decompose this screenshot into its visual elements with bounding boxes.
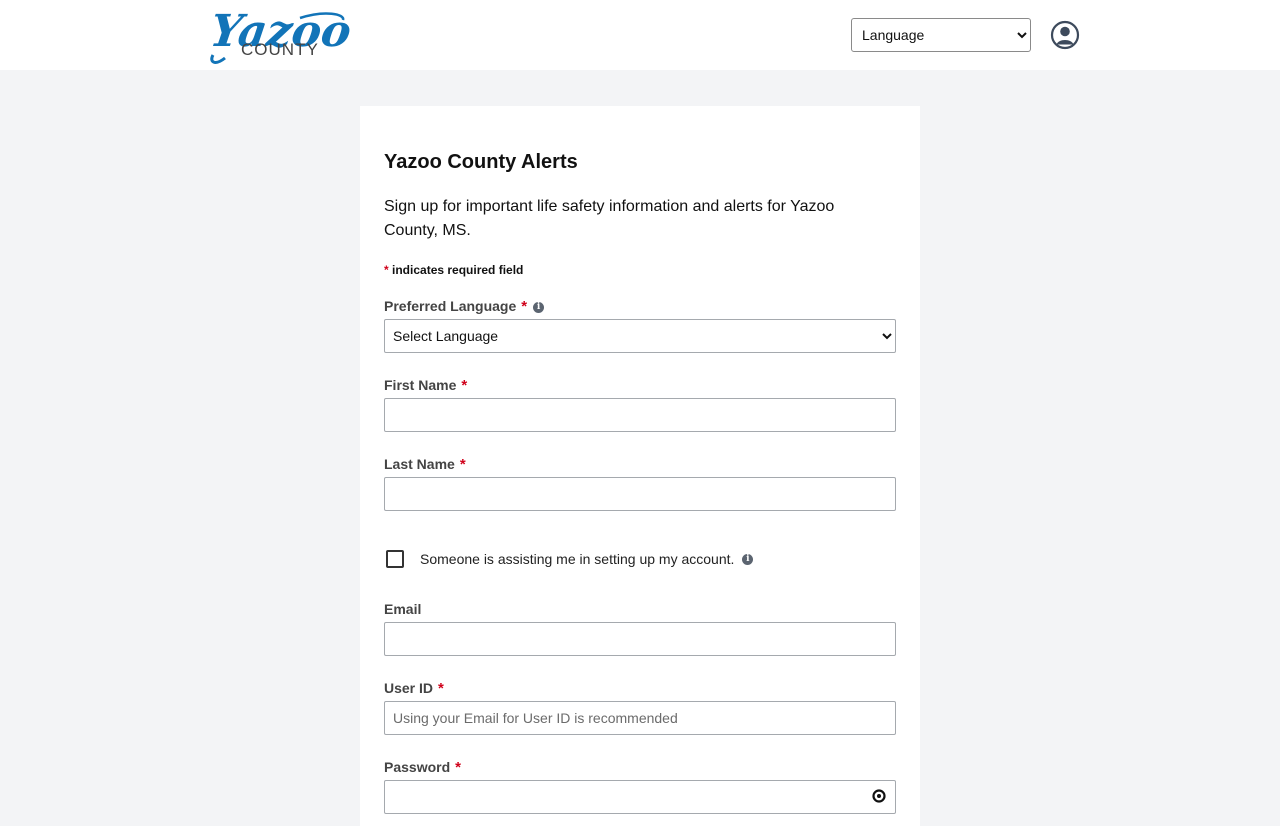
- password-label: Password *: [384, 759, 461, 776]
- preferred-language-label: Preferred Language * i: [384, 298, 545, 315]
- user-circle-icon[interactable]: [1050, 20, 1080, 50]
- site-header: Yazoo COUNTY Language: [0, 0, 1280, 70]
- info-icon[interactable]: i: [533, 302, 545, 313]
- preferred-language-label-text: Preferred Language: [384, 298, 517, 314]
- intro-text: Sign up for important life safety inform…: [384, 198, 835, 239]
- email-input[interactable]: [384, 622, 896, 656]
- user-id-label: User ID *: [384, 680, 444, 697]
- signup-card: Yazoo County Alerts Sign up for importan…: [360, 106, 920, 826]
- yazoo-county-logo[interactable]: Yazoo COUNTY: [205, 0, 350, 68]
- required-star: *: [521, 298, 528, 315]
- last-name-label-text: Last Name: [384, 456, 455, 472]
- eye-icon[interactable]: [870, 789, 888, 803]
- page-title: Yazoo County Alerts: [384, 151, 578, 173]
- required-star: *: [455, 759, 461, 776]
- user-id-input[interactable]: [384, 701, 896, 735]
- email-label-text: Email: [384, 601, 422, 617]
- required-star: *: [459, 456, 466, 473]
- required-star: *: [384, 263, 389, 277]
- last-name-label: Last Name *: [384, 456, 466, 473]
- password-label-text: Password: [384, 759, 451, 775]
- assisting-checkbox[interactable]: [386, 550, 404, 568]
- email-label: Email: [384, 601, 421, 617]
- password-input[interactable]: [384, 780, 896, 814]
- required-star: *: [461, 377, 468, 394]
- first-name-label: First Name *: [384, 377, 467, 394]
- required-field-note: * indicates required field: [384, 263, 523, 277]
- language-select[interactable]: Language: [851, 18, 1031, 52]
- first-name-label-text: First Name: [384, 377, 457, 393]
- first-name-input[interactable]: [384, 398, 896, 432]
- preferred-language-select[interactable]: Select Language: [384, 319, 896, 353]
- logo-county-text: COUNTY: [241, 40, 319, 59]
- required-note-text: indicates required field: [392, 263, 524, 277]
- required-star: *: [438, 680, 444, 697]
- assisting-checkbox-row: Someone is assisting me in setting up my…: [384, 548, 754, 570]
- info-icon[interactable]: i: [742, 553, 754, 565]
- assisting-checkbox-label[interactable]: Someone is assisting me in setting up my…: [420, 551, 734, 567]
- last-name-input[interactable]: [384, 477, 896, 511]
- user-id-label-text: User ID: [384, 680, 434, 696]
